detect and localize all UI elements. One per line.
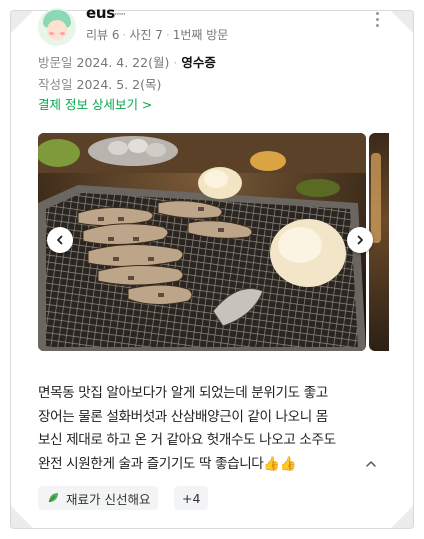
reviewer-stats: 리뷰 6 · 사진 7 · 1번째 방문 xyxy=(86,28,229,42)
visit-date-row: 방문일 2024. 4. 22(월) · 영수증 xyxy=(38,55,216,70)
written-date-row: 작성일 2024. 5. 2(목) xyxy=(38,74,161,93)
keyword-tag-label: 재료가 신선해요 xyxy=(66,491,151,507)
page-curl-top-left xyxy=(11,11,33,33)
receipt-badge: 영수증 xyxy=(181,55,216,70)
reviewer-avatar[interactable] xyxy=(38,8,76,46)
page-curl-bottom-right xyxy=(391,506,413,528)
written-date-label: 작성일 xyxy=(38,77,73,92)
payment-detail-link[interactable]: 결제 정보 상세보기 > xyxy=(38,94,152,113)
review-count: 리뷰 6 xyxy=(86,28,120,42)
more-tags-button[interactable]: +4 xyxy=(174,486,209,510)
leaf-icon xyxy=(48,493,58,503)
review-line: 완전 시원한게 술과 즐기기도 딱 좋습니다👍👍 xyxy=(38,455,297,472)
photo-count: 사진 7 xyxy=(129,28,163,42)
prev-photo-button[interactable] xyxy=(47,227,73,253)
written-date: 2024. 5. 2(목) xyxy=(76,77,162,92)
collapse-review-button[interactable] xyxy=(364,457,378,471)
reviewer-nickname[interactable]: eus xyxy=(86,4,115,22)
visit-date: 2024. 4. 22(월) xyxy=(76,55,170,70)
chevron-up-icon xyxy=(366,461,376,467)
review-text[interactable]: 면목동 맛집 알아보다가 알게 되었는데 분위기도 좋고 장어는 물론 설화버섯… xyxy=(38,382,388,476)
review-line: 면목동 맛집 알아보다가 알게 되었는데 분위기도 좋고 xyxy=(38,385,328,401)
grilled-eel-image xyxy=(38,133,366,351)
more-tags-count: +4 xyxy=(182,490,201,506)
visit-date-label: 방문일 xyxy=(38,55,73,70)
next-photo-button[interactable] xyxy=(347,227,373,253)
page-curl-bottom-left xyxy=(11,506,33,528)
keyword-tag[interactable]: 재료가 신선해요 xyxy=(38,486,159,510)
review-photo[interactable] xyxy=(38,133,366,351)
chevron-left-icon xyxy=(57,235,63,245)
reviewer-nickname-mask: ······· xyxy=(112,10,126,20)
more-options-icon[interactable] xyxy=(375,12,381,28)
visit-count: 1번째 방문 xyxy=(172,28,229,42)
review-line: 장어는 물론 설화버섯과 산삼배양근이 같이 나오니 몸 xyxy=(38,408,328,425)
page-curl-top-right xyxy=(391,11,413,33)
chevron-right-icon xyxy=(357,235,363,245)
review-line: 보신 제대로 하고 온 거 같아요 헛개수도 나오고 소주도 xyxy=(38,432,336,448)
